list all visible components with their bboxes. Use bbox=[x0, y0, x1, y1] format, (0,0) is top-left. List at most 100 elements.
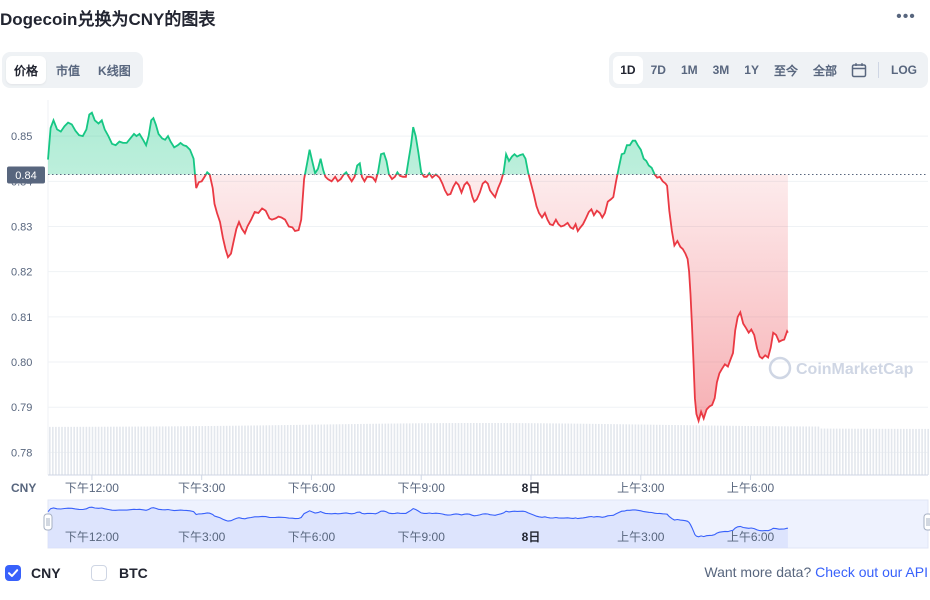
volume-bar bbox=[225, 425, 228, 475]
volume-bar bbox=[878, 428, 881, 475]
tab-candlestick[interactable]: K线图 bbox=[90, 56, 139, 84]
volume-bar bbox=[262, 425, 265, 475]
navigator-tick-label: 上午6:00 bbox=[727, 530, 775, 544]
range-1y-button[interactable]: 1Y bbox=[737, 56, 766, 84]
volume-bar bbox=[469, 423, 472, 475]
volume-bar bbox=[341, 424, 344, 475]
volume-bar bbox=[692, 425, 695, 475]
tab-market-cap[interactable]: 市值 bbox=[48, 56, 88, 84]
volume-bar bbox=[149, 426, 152, 475]
volume-bar bbox=[180, 426, 182, 475]
range-ytd-button[interactable]: 至今 bbox=[767, 56, 805, 84]
btc-label[interactable]: BTC bbox=[119, 565, 148, 581]
volume-bar bbox=[296, 424, 298, 475]
volume-bar bbox=[601, 423, 603, 475]
baseline-label: 0.84 bbox=[15, 170, 36, 182]
volume-bar bbox=[701, 425, 704, 475]
volume-bar bbox=[64, 426, 66, 475]
range-3m-button[interactable]: 3M bbox=[706, 56, 737, 84]
volume-bar bbox=[140, 426, 143, 475]
volume-bar bbox=[921, 428, 923, 475]
volume-bar bbox=[527, 423, 530, 475]
volume-bar bbox=[634, 424, 637, 475]
volume-bar bbox=[704, 425, 707, 475]
api-link[interactable]: Check out our API bbox=[815, 564, 928, 580]
cny-checkbox[interactable] bbox=[5, 565, 21, 581]
volume-bar bbox=[576, 423, 579, 475]
volume-bar bbox=[235, 425, 237, 475]
volume-bar bbox=[308, 424, 310, 475]
volume-bar bbox=[765, 426, 768, 475]
volume-bar bbox=[119, 426, 121, 475]
volume-bar bbox=[485, 423, 487, 475]
volume-bar bbox=[771, 426, 774, 475]
volume-bar bbox=[649, 424, 652, 475]
volume-bar bbox=[344, 424, 347, 475]
volume-bar bbox=[631, 424, 634, 475]
volume-bar bbox=[509, 423, 512, 475]
volume-bar bbox=[655, 424, 658, 475]
area-above-baseline bbox=[48, 112, 788, 175]
volume-bar bbox=[695, 425, 698, 475]
y-tick-label: 0.78 bbox=[11, 447, 32, 459]
volume-bar bbox=[521, 423, 524, 475]
volume-bar bbox=[476, 423, 478, 475]
volume-bar bbox=[451, 423, 454, 475]
volume-bar bbox=[607, 424, 609, 475]
volume-bar bbox=[796, 426, 798, 475]
time-range-tabs: 1D 7D 1M 3M 1Y 至今 全部 LOG bbox=[609, 52, 928, 88]
watermark-text: CoinMarketCap bbox=[796, 361, 914, 378]
x-tick-label: 8日 bbox=[522, 481, 541, 495]
range-1m-button[interactable]: 1M bbox=[674, 56, 705, 84]
volume-bar bbox=[881, 428, 884, 475]
volume-bar bbox=[750, 425, 753, 475]
range-navigator[interactable]: 下午12:00 下午3:00 下午6:00 下午9:00 8日 上午3:00 上午6:00 bbox=[43, 499, 930, 549]
volume-bar bbox=[241, 425, 243, 475]
range-1d-button[interactable]: 1D bbox=[613, 56, 643, 84]
volume-bar bbox=[726, 425, 728, 475]
volume-bar bbox=[823, 428, 826, 475]
volume-bar bbox=[512, 423, 515, 475]
volume-bar bbox=[49, 426, 51, 475]
volume-bar bbox=[637, 424, 640, 475]
volume-bar bbox=[265, 425, 268, 475]
volume-bar bbox=[164, 426, 167, 475]
volume-bar bbox=[256, 425, 258, 475]
y-tick-label: 0.85 bbox=[11, 131, 32, 143]
volume-bar bbox=[305, 424, 307, 475]
range-7d-button[interactable]: 7D bbox=[644, 56, 673, 84]
volume-bar bbox=[357, 423, 359, 475]
volume-bar bbox=[848, 428, 850, 475]
tab-price[interactable]: 价格 bbox=[6, 56, 47, 84]
volume-bar bbox=[500, 423, 502, 475]
btc-checkbox[interactable] bbox=[91, 565, 107, 581]
more-options-button[interactable]: ••• bbox=[894, 8, 918, 26]
navigator-tick-label: 8日 bbox=[522, 530, 541, 544]
volume-bar bbox=[604, 424, 606, 475]
volume-bar bbox=[707, 425, 710, 475]
volume-bar bbox=[253, 425, 255, 475]
volume-bar bbox=[866, 428, 868, 475]
volume-bar bbox=[55, 426, 57, 475]
chart-title: Dogecoin兑换为CNY的图表 bbox=[0, 10, 216, 29]
volume-bar bbox=[186, 426, 188, 475]
cny-label[interactable]: CNY bbox=[31, 565, 61, 581]
volume-bar bbox=[524, 423, 527, 475]
volume-bar bbox=[662, 424, 664, 475]
calendar-icon[interactable] bbox=[845, 56, 873, 84]
range-all-button[interactable]: 全部 bbox=[806, 56, 844, 84]
volume-bar bbox=[363, 423, 365, 475]
volume-bar bbox=[659, 424, 661, 475]
navigator-tick-label: 上午3:00 bbox=[617, 530, 665, 544]
volume-bar bbox=[122, 426, 124, 475]
volume-bar bbox=[171, 426, 173, 475]
navigator-left-handle[interactable] bbox=[43, 513, 53, 531]
volume-bar bbox=[573, 423, 576, 475]
volume-bar bbox=[671, 424, 673, 475]
volume-bar bbox=[250, 425, 252, 475]
volume-bar bbox=[689, 425, 692, 475]
volume-bar bbox=[198, 426, 201, 475]
volume-bar bbox=[155, 426, 158, 475]
log-scale-button[interactable]: LOG bbox=[884, 56, 924, 84]
volume-bar bbox=[128, 426, 130, 475]
